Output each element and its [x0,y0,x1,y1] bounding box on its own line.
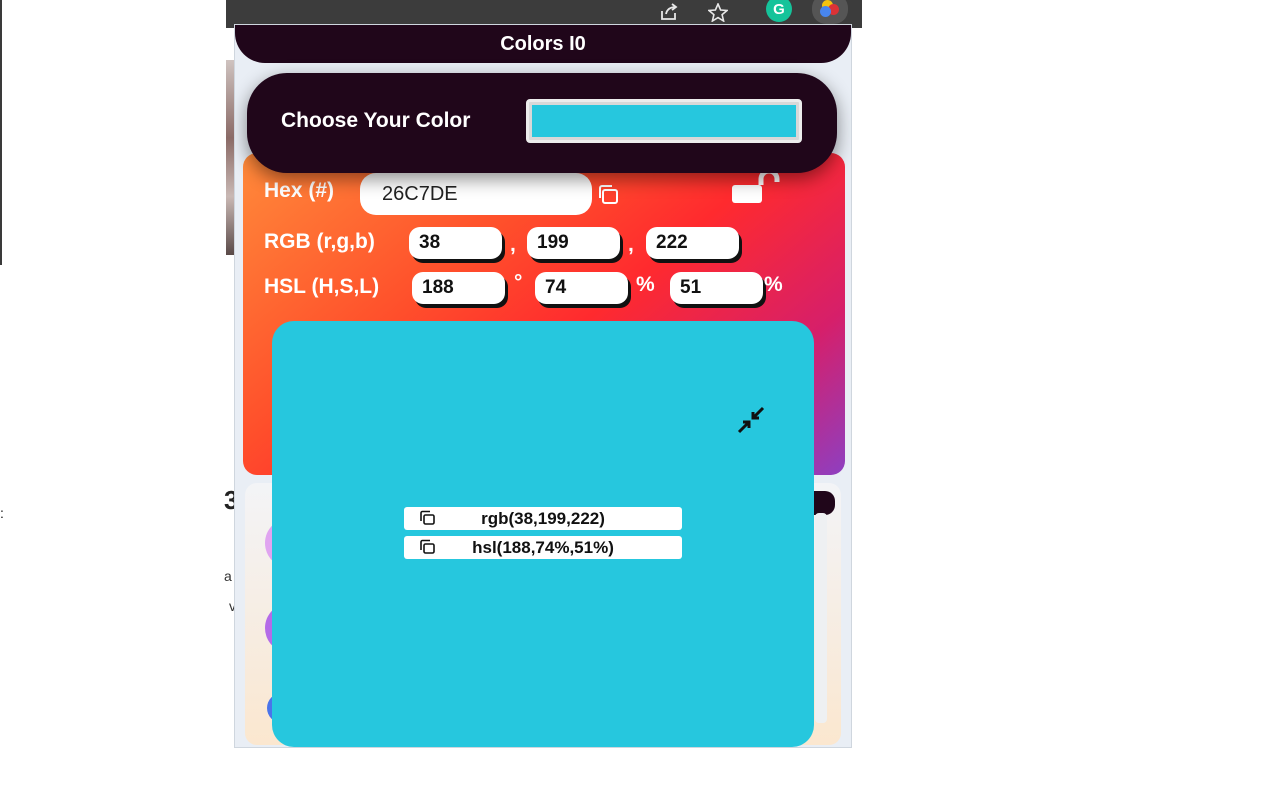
degree-unit: ° [514,271,523,294]
color-picker-input[interactable] [526,99,802,143]
background-mark: : [0,505,4,521]
percent-unit: % [636,273,655,296]
copy-icon[interactable] [596,183,620,207]
rgb-separator: , [628,233,634,256]
extension-popup: Colors I0 Hex (#) RGB (r,g,b) , , HSL (H… [234,24,852,748]
rgb-text: rgb(38,199,222) [481,508,605,528]
rgb-b-input[interactable] [646,227,739,259]
collapse-icon[interactable] [736,405,766,435]
hsl-s-input[interactable] [535,272,628,304]
share-icon[interactable] [657,0,681,24]
rgb-g-input[interactable] [527,227,620,259]
copy-rgb-button[interactable]: rgb(38,199,222) [404,507,682,530]
color-chooser-bar: Choose Your Color [247,73,837,173]
unlock-icon[interactable] [731,168,783,205]
color-preview-overlay: rgb(38,199,222) hsl(188,74%,51%) [272,321,814,747]
background-mark: a [224,568,232,584]
percent-unit: % [764,273,783,296]
popup-title: Colors I0 [235,25,851,63]
hsl-text: hsl(188,74%,51%) [472,537,614,557]
hex-input[interactable] [360,173,592,215]
hsl-label: HSL (H,S,L) [264,275,380,298]
copy-hsl-button[interactable]: hsl(188,74%,51%) [404,536,682,559]
rgb-label: RGB (r,g,b) [264,230,375,253]
rgb-r-input[interactable] [409,227,502,259]
colors-extension-icon[interactable] [812,0,848,24]
background-page-edge [0,0,2,265]
star-icon[interactable] [706,0,730,24]
scrollbar[interactable] [815,513,827,723]
color-swatch [532,105,796,137]
rgb-separator: , [510,233,516,256]
hex-label: Hex (#) [264,179,335,202]
choose-color-label: Choose Your Color [281,109,471,132]
hsl-h-input[interactable] [412,272,505,304]
hsl-l-input[interactable] [670,272,763,304]
